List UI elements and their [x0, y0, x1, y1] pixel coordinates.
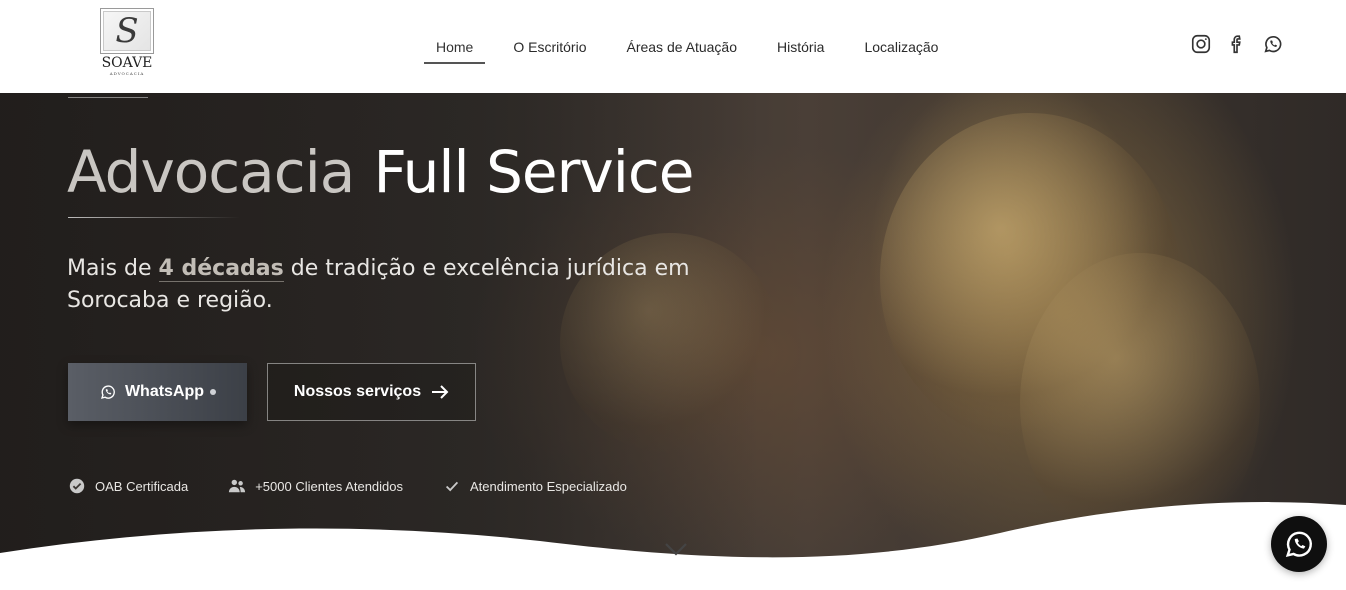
subtitle-highlight: 4 décadas — [158, 256, 284, 282]
nav-home[interactable]: Home — [424, 30, 486, 64]
badge-clients-label: +5000 Clientes Atendidos — [255, 478, 404, 494]
logo-wordmark: SOAVE — [101, 55, 153, 71]
nav-areas-de-atuacao[interactable]: Áreas de Atuação — [614, 30, 749, 64]
title-divider — [68, 217, 240, 218]
main-nav: Home O Escritório Áreas de Atuação Histó… — [424, 0, 966, 93]
whatsapp-icon[interactable] — [1262, 33, 1284, 55]
top-divider — [68, 97, 148, 98]
badge-specialized-label: Atendimento Especializado — [470, 478, 627, 494]
arrow-right-icon — [432, 385, 449, 399]
instagram-icon[interactable] — [1190, 33, 1212, 55]
social-links — [1190, 33, 1284, 55]
services-button-label: Nossos serviços — [293, 383, 422, 400]
floating-whatsapp-button[interactable] — [1271, 516, 1327, 572]
services-button[interactable]: Nossos serviços — [267, 363, 476, 421]
facebook-icon[interactable] — [1226, 33, 1248, 55]
badge-oab-label: OAB Certificada — [95, 478, 189, 494]
logo-letter: S — [115, 11, 139, 51]
status-dot — [210, 389, 217, 395]
nav-historia[interactable]: História — [765, 30, 836, 64]
whatsapp-button-label: WhatsApp — [124, 383, 205, 400]
site-header: S SOAVE ADVOCACIA Home O Escritório Área… — [0, 0, 1346, 93]
chevron-down-icon[interactable] — [664, 542, 688, 556]
hero-title: Advocacia Full Service — [67, 137, 694, 207]
subtitle-pre: Mais de — [67, 256, 159, 281]
hero-subtitle: Mais de 4 décadas de tradição e excelênc… — [67, 253, 747, 317]
whatsapp-icon — [100, 385, 115, 399]
logo-emblem: S — [100, 8, 154, 54]
hero-section: Advocacia Full Service Mais de 4 décadas… — [0, 93, 1346, 590]
nav-o-escritorio[interactable]: O Escritório — [501, 30, 598, 64]
hero-title-bold: Full Service — [373, 138, 694, 206]
whatsapp-icon — [1285, 531, 1312, 558]
nav-localizacao[interactable]: Localização — [852, 30, 950, 64]
brand-logo[interactable]: S SOAVE ADVOCACIA — [96, 8, 158, 84]
logo-subtitle: ADVOCACIA — [109, 71, 145, 76]
hero-title-light: Advocacia — [67, 138, 355, 206]
whatsapp-button[interactable]: WhatsApp — [68, 363, 247, 421]
